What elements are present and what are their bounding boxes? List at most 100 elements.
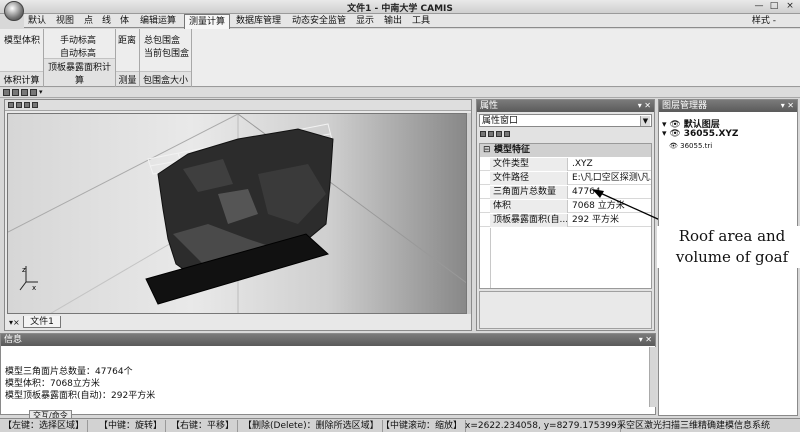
layer-manager-header: 图层管理器 <box>659 100 797 112</box>
property-pages-icon[interactable] <box>496 131 502 137</box>
menu-default[interactable]: 默认 <box>24 14 50 28</box>
status-left-click-hint: 【左键：选择区域】 <box>0 420 89 432</box>
close-button[interactable]: × <box>783 1 797 12</box>
properties-toolbar <box>479 130 652 140</box>
quick-access-toolbar: ▾ <box>0 88 800 98</box>
ribbon-group-label: 测量 <box>116 71 139 86</box>
current-bbox-button[interactable]: 当前包围盒 <box>144 46 189 59</box>
ribbon-group-label: 包围盒大小 <box>140 71 191 86</box>
info-scrollbar[interactable] <box>649 347 656 407</box>
new-file-icon[interactable] <box>3 89 10 96</box>
model-volume-button[interactable]: 模型体积 <box>4 33 40 46</box>
annotation-line: volume of goaf <box>675 248 789 266</box>
menu-measure-calc[interactable]: 测量计算 <box>184 14 231 29</box>
info-panel-header: 信息 <box>1 334 655 346</box>
grid-divider <box>490 228 491 288</box>
open-file-icon[interactable] <box>12 89 19 96</box>
menu-line[interactable]: 线 <box>98 14 115 28</box>
ribbon-group-label: 顶板暴露面积计算 <box>44 58 115 86</box>
info-panel: 信息 ▾ ✕ 模型三角面片总数量：47764个 模型体积：7068立方米 模型顶… <box>0 333 656 420</box>
layer-item-xyz[interactable]: ▾ 👁 36055.XYZ <box>662 129 738 139</box>
ribbon-group-label: 体积计算 <box>0 71 43 86</box>
document-tab[interactable]: 文件1 <box>23 316 61 328</box>
ribbon: 模型体积 体积计算 手动标高 自动标高 顶板暴露面积计算 距离 测量 总包围盒 … <box>0 29 800 87</box>
ribbon-group-bounding-box: 总包围盒 当前包围盒 包围盒大小 <box>140 29 192 87</box>
status-middle-click-hint: 【中键：旋转】 <box>96 420 167 432</box>
menu-tools[interactable]: 工具 <box>408 14 434 28</box>
title-bar: 文件1 - 中南大学 CAMIS — □ × <box>0 0 800 14</box>
viewport-scrollbar[interactable] <box>467 113 471 314</box>
property-description-area <box>479 291 652 329</box>
layer-label: 36055.tri <box>680 142 713 150</box>
property-category-label: 模型特征 <box>494 145 531 155</box>
window-title: 文件1 - 中南大学 CAMIS <box>347 4 453 14</box>
menu-database[interactable]: 数据库管理 <box>232 14 285 28</box>
property-key: 文件类型 <box>490 158 568 171</box>
property-window-select[interactable]: 属性窗口 ▼ <box>479 114 652 127</box>
ribbon-group-measure: 距离 测量 <box>116 29 140 87</box>
ribbon-group-volume: 模型体积 体积计算 <box>0 29 44 87</box>
distance-button[interactable]: 距离 <box>118 33 136 46</box>
info-line: 模型三角面片总数量：47764个 <box>5 367 133 377</box>
menu-edit-ops[interactable]: 编辑运算 <box>136 14 180 28</box>
menu-point[interactable]: 点 <box>80 14 97 28</box>
scene-canvas[interactable]: z x <box>8 114 467 314</box>
total-bbox-button[interactable]: 总包围盒 <box>144 33 180 46</box>
categorized-icon[interactable] <box>480 131 486 137</box>
style-menu[interactable]: 样式 - <box>752 14 776 28</box>
panel-pin-close-icon[interactable]: ▾ ✕ <box>639 334 652 346</box>
status-right-click-hint: 【右键：平移】 <box>168 420 239 432</box>
panel-pin-close-icon[interactable]: ▾ ✕ <box>781 100 794 112</box>
property-key: 体积 <box>490 200 568 213</box>
layer-visibility-icon[interactable]: 👁 <box>669 129 680 139</box>
status-delete-hint: 【删除(Delete)：删除所选区域】 <box>240 420 383 432</box>
status-coordinates: x=2622.234058, y=8279.175399 <box>462 420 621 432</box>
grid-tool-icon[interactable] <box>16 102 22 108</box>
status-bar: 【左键：选择区域】 【中键：旋转】 【右键：平移】 【删除(Delete)：删除… <box>0 418 800 432</box>
property-key: 顶板暴露面积(自... <box>490 214 568 227</box>
property-key: 三角面片总数量 <box>490 186 568 199</box>
collapse-icon[interactable]: ⊟ <box>483 144 491 157</box>
status-scroll-hint: 【中键滚动：缩放】 <box>378 420 467 432</box>
select-tool-icon[interactable] <box>8 102 14 108</box>
app-logo-icon[interactable] <box>4 1 24 21</box>
layer-label: 36055.XYZ <box>683 129 739 139</box>
menu-bar: 默认 视图 点 线 体 编辑运算 测量计算 数据库管理 动态安全监管 显示 输出… <box>24 14 800 29</box>
status-system-name: 采空区激光扫描三维精确建模信息系统 <box>617 421 771 431</box>
info-line: 模型顶板暴露面积(自动)：292平方米 <box>5 391 156 401</box>
print-icon[interactable] <box>30 89 37 96</box>
dropdown-arrow-icon[interactable]: ▾ <box>39 89 46 96</box>
property-window-select-value: 属性窗口 <box>482 116 519 126</box>
axis-label-z: z <box>22 266 26 274</box>
viewport-toolbar <box>5 100 471 111</box>
menu-view[interactable]: 视图 <box>52 14 78 28</box>
layer-visibility-icon[interactable]: 👁 <box>669 142 678 150</box>
manual-elevation-button[interactable]: 手动标高 <box>60 33 96 46</box>
annotation-label: Roof area and volume of goaf <box>657 226 800 268</box>
layer-item-tri[interactable]: 👁 36055.tri <box>669 142 712 150</box>
minimize-button[interactable]: — <box>752 1 766 12</box>
ribbon-group-roof-area: 手动标高 自动标高 顶板暴露面积计算 <box>44 29 116 87</box>
property-category[interactable]: ⊟ 模型特征 <box>480 144 651 157</box>
axis-label-x: x <box>32 284 36 292</box>
viewport-panel: z x ▾× 文件1 <box>4 99 472 331</box>
menu-safety-monitor[interactable]: 动态安全监管 <box>288 14 350 28</box>
chevron-down-icon[interactable]: ▼ <box>640 116 650 126</box>
3d-viewport[interactable]: z x <box>7 113 467 314</box>
menu-output[interactable]: 输出 <box>380 14 406 28</box>
list-tool-icon[interactable] <box>24 102 30 108</box>
pen-tool-icon[interactable] <box>32 102 38 108</box>
property-key: 文件路径 <box>490 172 568 185</box>
panel-pin-close-icon[interactable]: ▾ ✕ <box>638 100 651 112</box>
maximize-button[interactable]: □ <box>767 1 781 12</box>
info-log: 模型三角面片总数量：47764个 模型体积：7068立方米 模型顶板暴露面积(自… <box>5 366 155 402</box>
alphabetical-icon[interactable] <box>488 131 494 137</box>
save-icon[interactable] <box>21 89 28 96</box>
tab-close-icon[interactable]: ▾× <box>9 318 20 327</box>
annotation-line: Roof area and <box>678 227 786 245</box>
expand-icon[interactable]: ▾ <box>662 129 667 139</box>
menu-display[interactable]: 显示 <box>352 14 378 28</box>
menu-solid[interactable]: 体 <box>116 14 133 28</box>
info-line: 模型体积：7068立方米 <box>5 379 100 389</box>
edit-icon[interactable] <box>504 131 510 137</box>
